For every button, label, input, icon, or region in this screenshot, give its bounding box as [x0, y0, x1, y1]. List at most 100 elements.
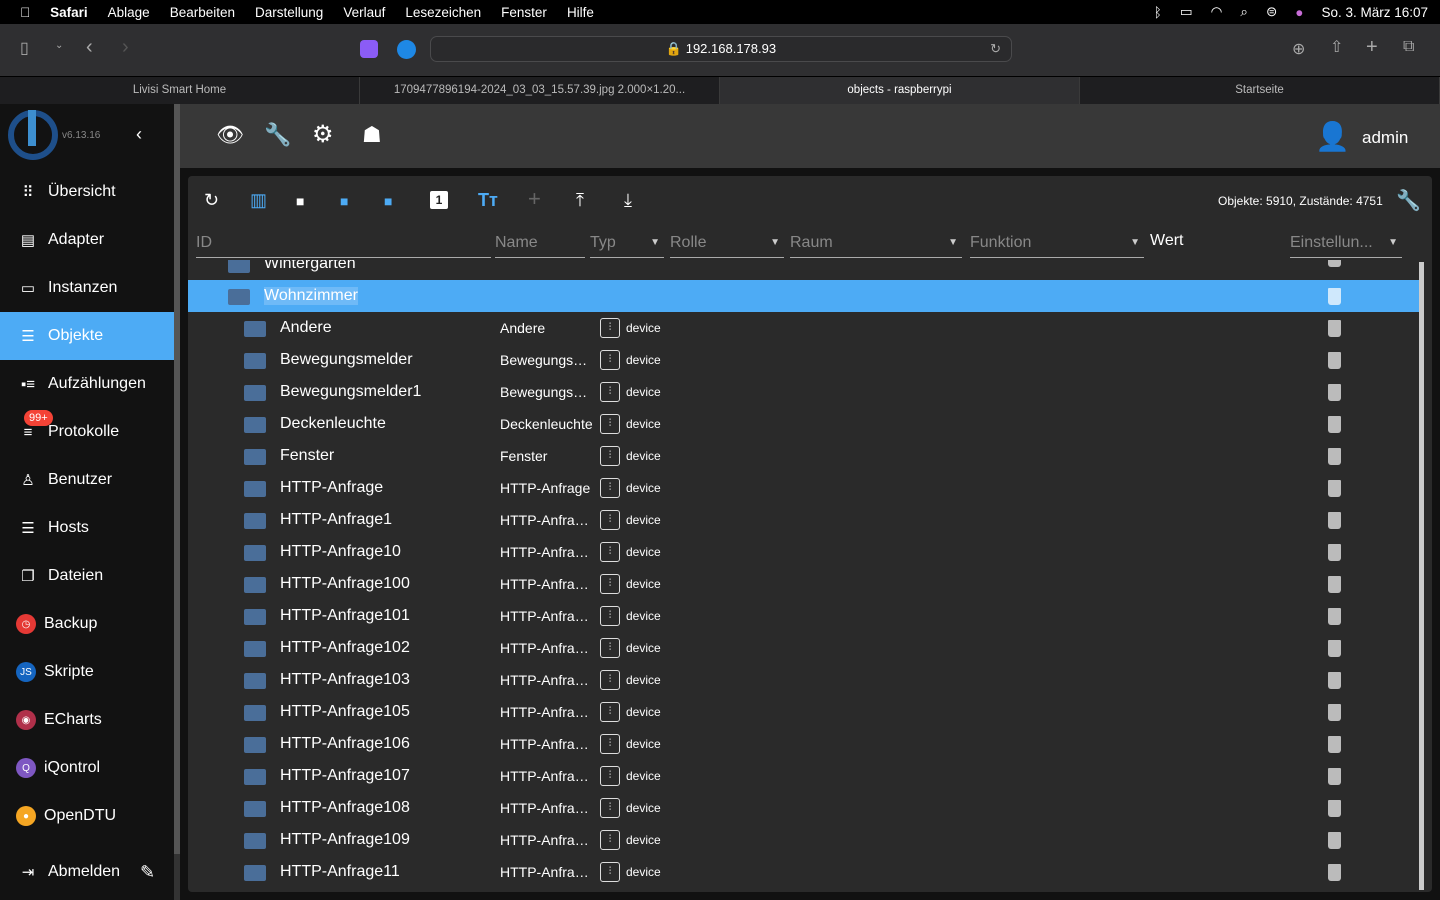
- wifi-icon[interactable]: ◠: [1211, 4, 1223, 20]
- trash-icon[interactable]: [1328, 416, 1341, 433]
- tree-row[interactable]: HTTP-Anfrage105 HTTP-Anfrage... ⫶ device: [188, 696, 1420, 728]
- trash-icon[interactable]: [1328, 260, 1341, 267]
- tree-row[interactable]: HTTP-Anfrage10 HTTP-Anfrage... ⫶ device: [188, 536, 1420, 568]
- count-toggle-icon[interactable]: 1: [430, 191, 448, 209]
- sidebar-toggle-icon[interactable]: ▯: [20, 38, 29, 58]
- sidebar-item-iqontrol[interactable]: QiQontrol: [0, 744, 174, 792]
- settings-wrench-icon[interactable]: 🔧: [1396, 188, 1421, 213]
- reload-icon[interactable]: ↻: [990, 37, 1001, 61]
- filter-function[interactable]: Funktion ▼: [970, 228, 1144, 258]
- expert-mode-icon[interactable]: ☗: [362, 122, 382, 148]
- filter-role[interactable]: Rolle ▼: [670, 228, 784, 258]
- trash-icon[interactable]: [1328, 320, 1341, 337]
- upload-icon[interactable]: ⤒: [576, 190, 584, 211]
- refresh-icon[interactable]: ↻: [204, 190, 219, 211]
- sidebar-item-adapter[interactable]: ▤ Adapter: [0, 216, 174, 264]
- menu-ablage[interactable]: Ablage: [108, 5, 150, 20]
- menu-hilfe[interactable]: Hilfe: [567, 5, 594, 20]
- trash-icon[interactable]: [1328, 800, 1341, 817]
- trash-icon[interactable]: [1328, 608, 1341, 625]
- tree-row[interactable]: HTTP-Anfrage103 HTTP-Anfrage... ⫶ device: [188, 664, 1420, 696]
- tree-row[interactable]: HTTP-Anfrage109 HTTP-Anfrage... ⫶ device: [188, 824, 1420, 856]
- new-tab-icon[interactable]: +: [1366, 36, 1378, 59]
- trash-icon[interactable]: [1328, 864, 1341, 881]
- trash-icon[interactable]: [1328, 672, 1341, 689]
- bluetooth-icon[interactable]: ᛒ: [1154, 5, 1162, 20]
- spotlight-search-icon[interactable]: ⌕: [1240, 4, 1248, 20]
- menu-safari[interactable]: Safari: [50, 5, 88, 20]
- tree-row[interactable]: HTTP-Anfrage11 HTTP-Anfrage... ⫶ device: [188, 856, 1420, 888]
- menu-bearbeiten[interactable]: Bearbeiten: [170, 5, 235, 20]
- trash-icon[interactable]: [1328, 640, 1341, 657]
- share-icon[interactable]: ⇧: [1330, 37, 1343, 57]
- trash-icon[interactable]: [1328, 768, 1341, 785]
- folder-closed-icon[interactable]: ■: [384, 193, 392, 209]
- trash-icon[interactable]: [1328, 576, 1341, 593]
- filter-type[interactable]: Typ ▼: [590, 228, 664, 258]
- tree-scrollbar[interactable]: [1419, 262, 1424, 890]
- tree-row-wintergarten[interactable]: Wintergarten: [188, 260, 1420, 280]
- text-size-icon[interactable]: Tт: [478, 190, 498, 211]
- sidebar-item-dateien[interactable]: ❐ Dateien: [0, 552, 174, 600]
- theme-icon[interactable]: ⚙: [312, 120, 334, 149]
- address-bar[interactable]: 🔒 192.168.178.93 ↻: [430, 36, 1012, 62]
- filter-id[interactable]: ID: [196, 228, 491, 258]
- menu-verlauf[interactable]: Verlauf: [343, 5, 385, 20]
- wrench-icon[interactable]: 🔧: [264, 122, 291, 148]
- tree-row[interactable]: HTTP-Anfrage102 HTTP-Anfrage... ⫶ device: [188, 632, 1420, 664]
- trash-icon[interactable]: [1328, 832, 1341, 849]
- tab-objects[interactable]: objects - raspberrypi: [720, 77, 1080, 104]
- filter-settings[interactable]: Einstellun... ▼: [1290, 228, 1402, 258]
- tree-row-wohnzimmer[interactable]: Wohnzimmer: [188, 280, 1420, 312]
- battery-icon[interactable]: ▭: [1180, 4, 1193, 20]
- tab-startseite[interactable]: Startseite: [1080, 77, 1440, 104]
- add-icon[interactable]: +: [528, 186, 541, 212]
- trash-icon[interactable]: [1328, 736, 1341, 753]
- tree-row[interactable]: Bewegungsmelder Bewegungsm... ⫶ device: [188, 344, 1420, 376]
- eye-icon[interactable]: 👁: [216, 122, 244, 148]
- trash-icon[interactable]: [1328, 704, 1341, 721]
- trash-icon[interactable]: [1328, 512, 1341, 529]
- edit-pencil-icon[interactable]: ✎: [140, 862, 155, 883]
- sidebar-item-übersicht[interactable]: ⠿ Übersicht: [0, 168, 174, 216]
- tree-row[interactable]: HTTP-Anfrage107 HTTP-Anfrage... ⫶ device: [188, 760, 1420, 792]
- adblock-icon[interactable]: [397, 40, 416, 59]
- sidebar-item-objekte[interactable]: ☰ Objekte: [0, 312, 174, 360]
- trash-icon[interactable]: [1328, 288, 1341, 305]
- sidebar-item-aufzählungen[interactable]: ▪≡ Aufzählungen: [0, 360, 174, 408]
- tree-row[interactable]: HTTP-Anfrage1 HTTP-Anfrage1 ⫶ device: [188, 504, 1420, 536]
- extension-icon[interactable]: [360, 40, 378, 58]
- columns-icon[interactable]: ▥: [250, 190, 267, 211]
- trash-icon[interactable]: [1328, 544, 1341, 561]
- tree-row[interactable]: HTTP-Anfrage101 HTTP-Anfrage... ⫶ device: [188, 600, 1420, 632]
- tree-row[interactable]: HTTP-Anfrage108 HTTP-Anfrage... ⫶ device: [188, 792, 1420, 824]
- sidebar-item-skripte[interactable]: JS Skripte: [0, 648, 174, 696]
- trash-icon[interactable]: [1328, 480, 1341, 497]
- sidebar-item-hosts[interactable]: ☰ Hosts: [0, 504, 174, 552]
- trash-icon[interactable]: [1328, 448, 1341, 465]
- tree-row[interactable]: HTTP-Anfrage106 HTTP-Anfrage... ⫶ device: [188, 728, 1420, 760]
- tab-image[interactable]: 1709477896194-2024_03_03_15.57.39.jpg 2.…: [360, 77, 720, 104]
- tree-row[interactable]: Fenster Fenster ⫶ device: [188, 440, 1420, 472]
- tree-row[interactable]: HTTP-Anfrage100 HTTP-Anfrage... ⫶ device: [188, 568, 1420, 600]
- trash-icon[interactable]: [1328, 384, 1341, 401]
- download-icon[interactable]: ⊕: [1292, 39, 1305, 59]
- download-icon[interactable]: ⤓: [624, 190, 632, 211]
- folder-open-icon[interactable]: ■: [340, 193, 348, 209]
- tree-row[interactable]: Andere Andere ⫶ device: [188, 312, 1420, 344]
- back-icon[interactable]: ‹: [86, 36, 93, 59]
- tree-row[interactable]: HTTP-Anfrage HTTP-Anfrage ⫶ device: [188, 472, 1420, 504]
- menu-darstellung[interactable]: Darstellung: [255, 5, 323, 20]
- menu-fenster[interactable]: Fenster: [501, 5, 547, 20]
- filter-room[interactable]: Raum ▼: [790, 228, 962, 258]
- tree-row[interactable]: Bewegungsmelder1 Bewegungsm... ⫶ device: [188, 376, 1420, 408]
- tab-overview-icon[interactable]: ⧉: [1403, 38, 1414, 56]
- sidebar-item-echarts[interactable]: ◉ ECharts: [0, 696, 174, 744]
- clock[interactable]: So. 3. März 16:07: [1321, 5, 1428, 20]
- sidebar-scrollbar[interactable]: [174, 104, 180, 900]
- collapse-chevron-icon[interactable]: ‹: [136, 124, 142, 145]
- control-center-icon[interactable]: ⊜: [1266, 4, 1277, 20]
- apple-menu-icon[interactable]: : [20, 5, 30, 20]
- sidebar-item-backup[interactable]: ◷ Backup: [0, 600, 174, 648]
- sidebar-item-benutzer[interactable]: ♙ Benutzer: [0, 456, 174, 504]
